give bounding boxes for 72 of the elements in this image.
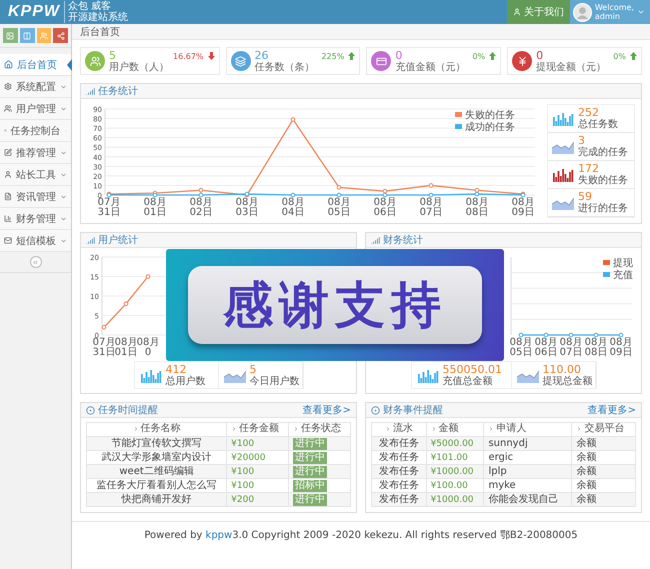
stat-value: 0 [536, 50, 544, 62]
status-badge: 进行中 [293, 452, 328, 464]
stat-change: 225% [321, 52, 344, 61]
axis-label: 08月09日 [512, 197, 534, 218]
summary-label: 进行的任务 [578, 203, 628, 214]
summary-value: 59 [578, 191, 593, 203]
axis-label: 08月07日 [420, 197, 442, 218]
stat-label: 任务数（条） [254, 62, 316, 72]
footer-text: Powered by kppw3.0 Copyright 2009 -2020 kekezu. All rights reserved 鄂B2-20080005 [144, 529, 578, 542]
summary-value: 110.00 [542, 364, 582, 376]
summary-label: 今日用户数 [250, 376, 300, 386]
welcome-text: Welcome, [594, 3, 634, 12]
summary-label: 提现总金额 [542, 376, 592, 386]
axis-label: 08月01日 [144, 197, 166, 218]
summary-value: 412 [166, 364, 188, 376]
banner-text: 感谢支持 [188, 266, 482, 344]
legend-label: 充值 [613, 270, 633, 281]
axis-label: 07月31日 [98, 197, 120, 218]
summary-value: 3 [578, 135, 585, 147]
stat-value: 0 [395, 50, 404, 62]
axis-label: 08月06日 [534, 337, 558, 358]
table-cell: 你能会发现自己 [484, 492, 572, 506]
stat-label: 充值金额（元） [395, 62, 466, 72]
axis-label: 08月04日 [282, 197, 304, 218]
axis-label: 08月07日 [560, 337, 582, 358]
stat-change: 0% [613, 52, 626, 61]
table-cell: ¥1000.00 [426, 492, 484, 506]
table-cell: 发布任务 [372, 492, 426, 506]
summary-value: 252 [578, 107, 600, 119]
logo-tagline: 开源建站系统 [68, 12, 128, 23]
legend-label: 成功的任务 [465, 122, 515, 133]
axis-label: 08月02日 [190, 197, 212, 218]
panel-title: 财务事件提醒 [383, 404, 443, 417]
stat-value: 5 [109, 50, 117, 62]
stat-label: 提现金额（元） [536, 62, 608, 72]
stat-label: 用户数（人） [109, 62, 169, 72]
panel-title: 任务时间提醒 [98, 404, 158, 417]
summary-value: 550050.01 [442, 364, 502, 376]
legend-label: 失败的任务 [465, 110, 515, 121]
axis-label: 08月09日 [610, 337, 632, 358]
panel-title: 财务统计 [383, 234, 423, 247]
axis-label: 08月08日 [466, 197, 488, 218]
table-cell: 余额 [572, 492, 636, 506]
stat-value: 26 [254, 50, 270, 62]
summary-value: 172 [578, 163, 600, 175]
status-badge: 进行中 [293, 466, 328, 478]
summary-value: 5 [250, 364, 258, 376]
axis-label: 08月05日 [510, 337, 532, 358]
axis-label: 07月31日 [92, 337, 116, 358]
username: admin [594, 12, 621, 21]
axis-label: 08月06日 [374, 197, 396, 218]
summary-label: 完成的任务 [578, 147, 628, 158]
panel-title: 任务统计 [98, 84, 138, 98]
status-badge: 进行中 [293, 494, 328, 506]
logo-tagline: 众包 威客 [68, 1, 112, 12]
table-cell: ¥200 [226, 492, 289, 506]
axis-label: 08月0 [136, 337, 160, 358]
axis-label: 08月08日 [584, 337, 608, 358]
summary-label: 总任务数 [578, 119, 618, 130]
axis-label: 08月05日 [328, 197, 350, 218]
axis-label: 08月01日 [114, 337, 138, 358]
status-badge: 招标中 [293, 480, 328, 492]
summary-label: 充值总金额 [442, 376, 494, 386]
status-badge: 进行中 [293, 438, 328, 450]
summary-label: 失败的任务 [578, 175, 628, 186]
panel-title: 用户统计 [98, 234, 138, 247]
legend-label: 提现 [613, 258, 633, 269]
table-cell: 快把商铺开发好 [86, 492, 227, 506]
axis-label: 08月03日 [236, 197, 258, 218]
summary-label: 总用户数 [166, 376, 206, 386]
stat-change: 0% [472, 52, 486, 61]
stat-change: 16.67% [173, 52, 204, 61]
